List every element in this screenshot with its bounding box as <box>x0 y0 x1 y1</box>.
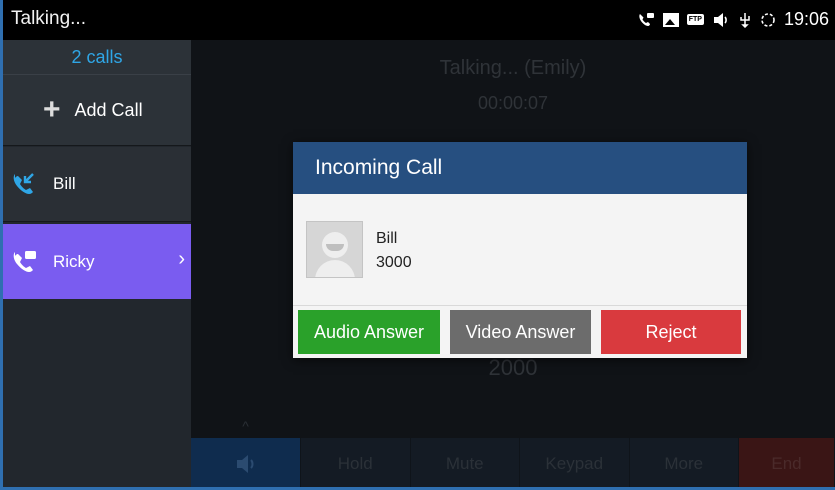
dialog-body: Bill 3000 <box>293 194 747 306</box>
video-answer-button[interactable]: Video Answer <box>450 310 591 354</box>
status-title: Talking... <box>11 8 86 29</box>
call-item-name: Ricky <box>53 251 95 271</box>
audio-answer-button[interactable]: Audio Answer <box>298 310 440 354</box>
dialog-divider <box>293 305 747 306</box>
voicemail-call-icon <box>11 248 39 276</box>
speaker-icon <box>236 455 253 473</box>
caller-number-bg: 2000 <box>488 355 538 380</box>
avatar <box>306 221 363 278</box>
call-timer: 00:00:07 <box>477 93 549 113</box>
avatar-body <box>315 260 355 277</box>
hold-button[interactable]: Hold <box>301 438 411 487</box>
more-button[interactable]: More <box>629 438 739 487</box>
add-call-button[interactable]: + Add Call <box>3 74 191 146</box>
incoming-call-icon <box>11 170 39 198</box>
ftp-icon: FTP <box>686 14 704 25</box>
caller-name: Bill <box>376 230 398 247</box>
incoming-call-dialog: Incoming Call Bill 3000 Audio Answer Vid… <box>293 142 747 358</box>
call-item-name: Bill <box>53 174 76 193</box>
phone-screen: Talking... FTP 19:06 2 calls + Add Call <box>0 0 835 490</box>
caret-up-icon: ^ <box>242 418 249 434</box>
speaker-button[interactable]: ^ <box>191 418 301 487</box>
sync-icon <box>760 12 776 28</box>
keypad-button[interactable]: Keypad <box>520 438 630 487</box>
call-controls-bar: ^ Hold Mute Keypad More End <box>191 418 835 487</box>
call-count: 2 calls <box>3 40 191 74</box>
speaker-icon <box>712 12 730 28</box>
status-time: 19:06 <box>783 9 829 29</box>
chevron-right-icon: › <box>178 248 185 270</box>
call-item-ricky[interactable]: Ricky › <box>3 224 191 299</box>
caller-number: 3000 <box>376 254 412 271</box>
add-call-label: Add Call <box>74 99 143 120</box>
status-bar: Talking... FTP 19:06 <box>3 0 835 40</box>
call-item-bill[interactable]: Bill <box>3 147 191 222</box>
plus-icon: + <box>43 93 61 126</box>
status-icons: FTP 19:06 <box>637 9 829 30</box>
talking-status: Talking... (Emily) <box>439 57 587 79</box>
image-icon <box>662 12 679 27</box>
dialog-title: Incoming Call <box>293 142 747 194</box>
usb-icon <box>738 12 752 28</box>
end-call-button[interactable]: End <box>739 438 835 487</box>
mute-button[interactable]: Mute <box>410 438 520 487</box>
reject-button[interactable]: Reject <box>601 310 741 354</box>
voicemail-icon <box>637 12 655 28</box>
call-list-panel: 2 calls + Add Call Bill Ricky › <box>3 40 191 487</box>
